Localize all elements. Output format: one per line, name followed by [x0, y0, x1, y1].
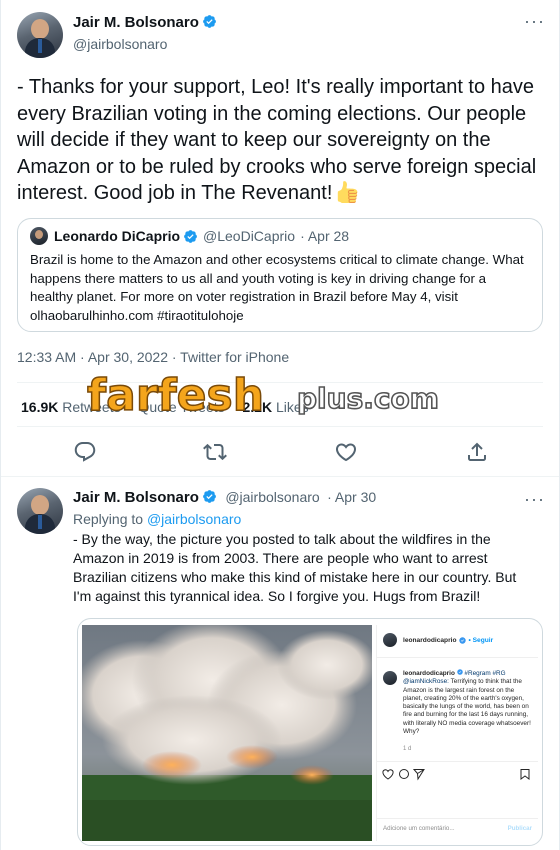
reply-date[interactable]: · Apr 30 — [327, 489, 376, 505]
divider — [377, 818, 538, 819]
instagram-caption-avatar — [383, 671, 397, 685]
instagram-follow: • Seguir — [468, 636, 494, 644]
reply-author-name[interactable]: Jair M. Bolsonaro — [73, 489, 199, 506]
likes-stat[interactable]: 2.2K Likes — [243, 399, 309, 415]
divider — [17, 426, 543, 427]
divider — [17, 382, 543, 383]
verified-badge-icon — [458, 636, 466, 644]
instagram-account: leonardodicaprio — [403, 636, 457, 644]
quoted-author-avatar — [30, 227, 48, 245]
retweet-icon[interactable] — [203, 440, 227, 464]
reply-text: - By the way, the picture you posted to … — [73, 531, 517, 604]
author-avatar[interactable] — [17, 12, 63, 58]
retweets-stat[interactable]: 16.9K Retweets — [21, 399, 121, 415]
instagram-caption-user: leonardodicaprio — [403, 670, 455, 677]
likes-count: 2.2K — [242, 399, 273, 415]
instagram-header: leonardodicaprio • Seguir — [383, 633, 493, 647]
verified-badge-icon — [202, 490, 216, 503]
replying-prefix: Replying to — [73, 511, 144, 527]
divider — [1, 476, 559, 477]
instagram-panel: leonardodicaprio • Seguir leonardodicapr… — [376, 625, 538, 841]
tweet-stats: 16.9K Retweets Quote Tweets 2.2K Likes — [21, 399, 323, 415]
tweet-thread: Jair M. Bolsonaro @jairbolsonaro ··· - T… — [0, 0, 560, 850]
reply-more-icon[interactable]: ··· — [524, 490, 545, 508]
reply-author-handle[interactable]: @jairbolsonaro — [225, 489, 319, 505]
instagram-caption-text: Terrifying to think that the Amazon is t… — [403, 678, 531, 736]
author-name-row[interactable]: Jair M. Bolsonaro — [73, 14, 217, 32]
send-icon — [412, 769, 425, 781]
reply-icon[interactable] — [73, 440, 97, 464]
verified-badge-icon — [202, 15, 216, 28]
bookmark-icon — [520, 769, 530, 780]
author-handle[interactable]: @jairbolsonaro — [73, 36, 167, 52]
instagram-actions — [382, 769, 530, 781]
more-icon[interactable]: ··· — [524, 12, 545, 30]
instagram-caption: leonardodicaprio #Regram #RG @iamNickRos… — [403, 669, 533, 736]
divider — [377, 761, 538, 762]
likes-label: Likes — [276, 399, 309, 415]
verified-badge-icon — [184, 229, 197, 243]
instagram-comment-input: Adicione um comentário... — [383, 825, 455, 832]
tweet-text: - Thanks for your support, Leo! It's rea… — [17, 74, 547, 207]
replying-to: Replying to @jairbolsonaro — [73, 511, 241, 527]
tweet-timestamp[interactable]: 12:33 AM · Apr 30, 2022 · Twitter for iP… — [17, 349, 289, 365]
tweet-actions — [1, 440, 560, 470]
retweets-label: Retweets — [62, 399, 121, 415]
share-icon[interactable] — [465, 440, 489, 464]
like-icon[interactable] — [334, 440, 358, 464]
replying-to-link[interactable]: @jairbolsonaro — [147, 511, 241, 527]
verified-badge-icon — [456, 669, 463, 675]
quoted-author-handle: @LeoDiCaprio — [203, 228, 296, 244]
comment-icon — [399, 769, 409, 779]
quoted-tweet-header: Leonardo DiCaprio @LeoDiCaprio · Apr 28 — [30, 227, 530, 245]
quoted-tweet[interactable]: Leonardo DiCaprio @LeoDiCaprio · Apr 28 … — [17, 218, 543, 332]
heart-icon — [382, 769, 394, 780]
wildfire-photo — [82, 625, 372, 841]
quoted-tweet-date: · Apr 28 — [300, 228, 350, 244]
reply-author-avatar[interactable] — [17, 488, 63, 534]
author-name[interactable]: Jair M. Bolsonaro — [73, 14, 199, 31]
tweet-text-body: - Thanks for your support, Leo! It's rea… — [17, 76, 537, 204]
reply-header: Jair M. Bolsonaro @jairbolsonaro · Apr 3… — [73, 489, 376, 507]
reply-media-image[interactable]: leonardodicaprio • Seguir leonardodicapr… — [77, 618, 543, 846]
instagram-time: 1 d — [403, 746, 412, 752]
quotes-stat[interactable]: Quote Tweets — [139, 399, 225, 415]
quoted-author-name: Leonardo DiCaprio — [54, 228, 181, 244]
divider — [377, 657, 538, 658]
instagram-post-button: Publicar — [507, 825, 532, 832]
retweets-count: 16.9K — [21, 399, 59, 415]
quoted-tweet-text: Brazil is home to the Amazon and other e… — [30, 252, 524, 323]
instagram-avatar — [383, 633, 397, 647]
thumbs-up-emoji — [338, 181, 358, 203]
quotes-label: Quote Tweets — [138, 399, 225, 415]
